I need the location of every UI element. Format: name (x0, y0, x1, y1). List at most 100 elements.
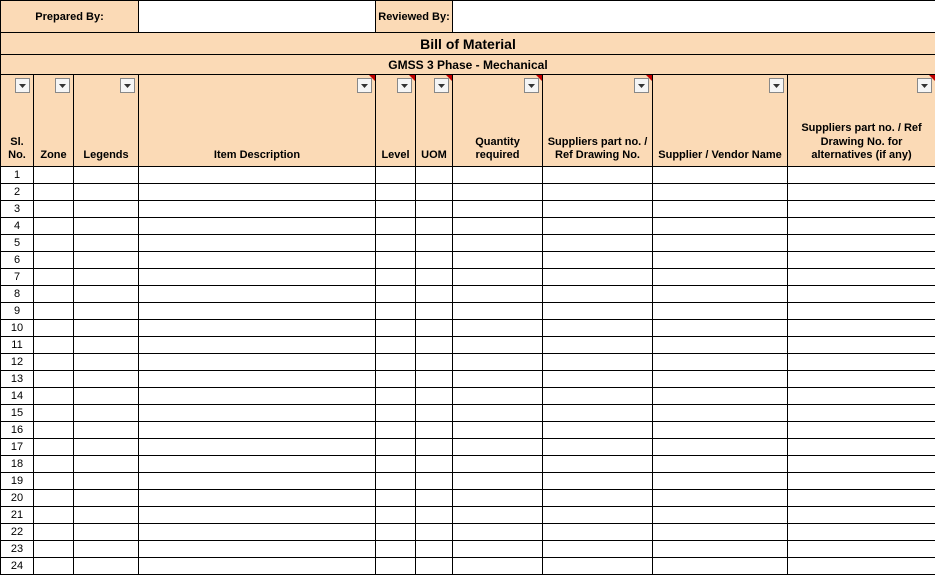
cell-partno[interactable] (543, 354, 653, 371)
prepared-by-value[interactable] (139, 1, 376, 33)
cell-altpart[interactable] (788, 167, 935, 184)
cell-legends[interactable] (74, 167, 139, 184)
cell-zone[interactable] (34, 490, 74, 507)
cell-zone[interactable] (34, 286, 74, 303)
comment-indicator-icon[interactable] (369, 75, 375, 81)
cell-zone[interactable] (34, 184, 74, 201)
cell-zone[interactable] (34, 439, 74, 456)
cell-uom[interactable] (416, 269, 453, 286)
cell-partno[interactable] (543, 558, 653, 575)
cell-zone[interactable] (34, 201, 74, 218)
cell-partno[interactable] (543, 286, 653, 303)
cell-zone[interactable] (34, 456, 74, 473)
cell-uom[interactable] (416, 388, 453, 405)
cell-partno[interactable] (543, 490, 653, 507)
cell-vendor[interactable] (653, 337, 788, 354)
cell-partno[interactable] (543, 524, 653, 541)
cell-uom[interactable] (416, 524, 453, 541)
cell-qty[interactable] (453, 337, 543, 354)
cell-uom[interactable] (416, 422, 453, 439)
cell-qty[interactable] (453, 354, 543, 371)
cell-desc[interactable] (139, 201, 376, 218)
cell-qty[interactable] (453, 439, 543, 456)
cell-altpart[interactable] (788, 507, 935, 524)
cell-level[interactable] (376, 405, 416, 422)
cell-partno[interactable] (543, 388, 653, 405)
cell-legends[interactable] (74, 558, 139, 575)
cell-desc[interactable] (139, 167, 376, 184)
cell-partno[interactable] (543, 269, 653, 286)
cell-vendor[interactable] (653, 201, 788, 218)
cell-zone[interactable] (34, 167, 74, 184)
cell-desc[interactable] (139, 473, 376, 490)
cell-altpart[interactable] (788, 337, 935, 354)
cell-level[interactable] (376, 371, 416, 388)
cell-vendor[interactable] (653, 167, 788, 184)
cell-desc[interactable] (139, 405, 376, 422)
cell-qty[interactable] (453, 541, 543, 558)
cell-altpart[interactable] (788, 388, 935, 405)
cell-vendor[interactable] (653, 354, 788, 371)
cell-altpart[interactable] (788, 303, 935, 320)
cell-partno[interactable] (543, 320, 653, 337)
filter-dropdown-icon[interactable] (15, 78, 30, 93)
cell-partno[interactable] (543, 456, 653, 473)
cell-qty[interactable] (453, 507, 543, 524)
cell-level[interactable] (376, 269, 416, 286)
cell-partno[interactable] (543, 167, 653, 184)
cell-level[interactable] (376, 235, 416, 252)
cell-legends[interactable] (74, 439, 139, 456)
cell-vendor[interactable] (653, 456, 788, 473)
cell-legends[interactable] (74, 320, 139, 337)
cell-qty[interactable] (453, 371, 543, 388)
cell-level[interactable] (376, 184, 416, 201)
cell-desc[interactable] (139, 422, 376, 439)
cell-level[interactable] (376, 218, 416, 235)
cell-zone[interactable] (34, 303, 74, 320)
cell-desc[interactable] (139, 235, 376, 252)
cell-uom[interactable] (416, 252, 453, 269)
cell-altpart[interactable] (788, 252, 935, 269)
cell-vendor[interactable] (653, 303, 788, 320)
cell-vendor[interactable] (653, 422, 788, 439)
cell-qty[interactable] (453, 388, 543, 405)
cell-level[interactable] (376, 473, 416, 490)
cell-partno[interactable] (543, 405, 653, 422)
cell-legends[interactable] (74, 456, 139, 473)
cell-zone[interactable] (34, 405, 74, 422)
cell-uom[interactable] (416, 456, 453, 473)
cell-zone[interactable] (34, 235, 74, 252)
cell-level[interactable] (376, 167, 416, 184)
cell-altpart[interactable] (788, 269, 935, 286)
cell-qty[interactable] (453, 473, 543, 490)
cell-level[interactable] (376, 286, 416, 303)
cell-legends[interactable] (74, 405, 139, 422)
cell-zone[interactable] (34, 320, 74, 337)
cell-desc[interactable] (139, 184, 376, 201)
cell-uom[interactable] (416, 507, 453, 524)
cell-vendor[interactable] (653, 490, 788, 507)
cell-level[interactable] (376, 456, 416, 473)
cell-legends[interactable] (74, 218, 139, 235)
cell-vendor[interactable] (653, 524, 788, 541)
cell-uom[interactable] (416, 337, 453, 354)
cell-desc[interactable] (139, 320, 376, 337)
cell-vendor[interactable] (653, 405, 788, 422)
cell-qty[interactable] (453, 235, 543, 252)
cell-vendor[interactable] (653, 320, 788, 337)
cell-qty[interactable] (453, 252, 543, 269)
cell-legends[interactable] (74, 184, 139, 201)
cell-legends[interactable] (74, 337, 139, 354)
cell-uom[interactable] (416, 473, 453, 490)
cell-vendor[interactable] (653, 235, 788, 252)
cell-desc[interactable] (139, 371, 376, 388)
cell-desc[interactable] (139, 490, 376, 507)
comment-indicator-icon[interactable] (646, 75, 652, 81)
cell-qty[interactable] (453, 184, 543, 201)
cell-altpart[interactable] (788, 490, 935, 507)
cell-uom[interactable] (416, 354, 453, 371)
cell-altpart[interactable] (788, 456, 935, 473)
cell-desc[interactable] (139, 269, 376, 286)
cell-altpart[interactable] (788, 286, 935, 303)
cell-uom[interactable] (416, 405, 453, 422)
